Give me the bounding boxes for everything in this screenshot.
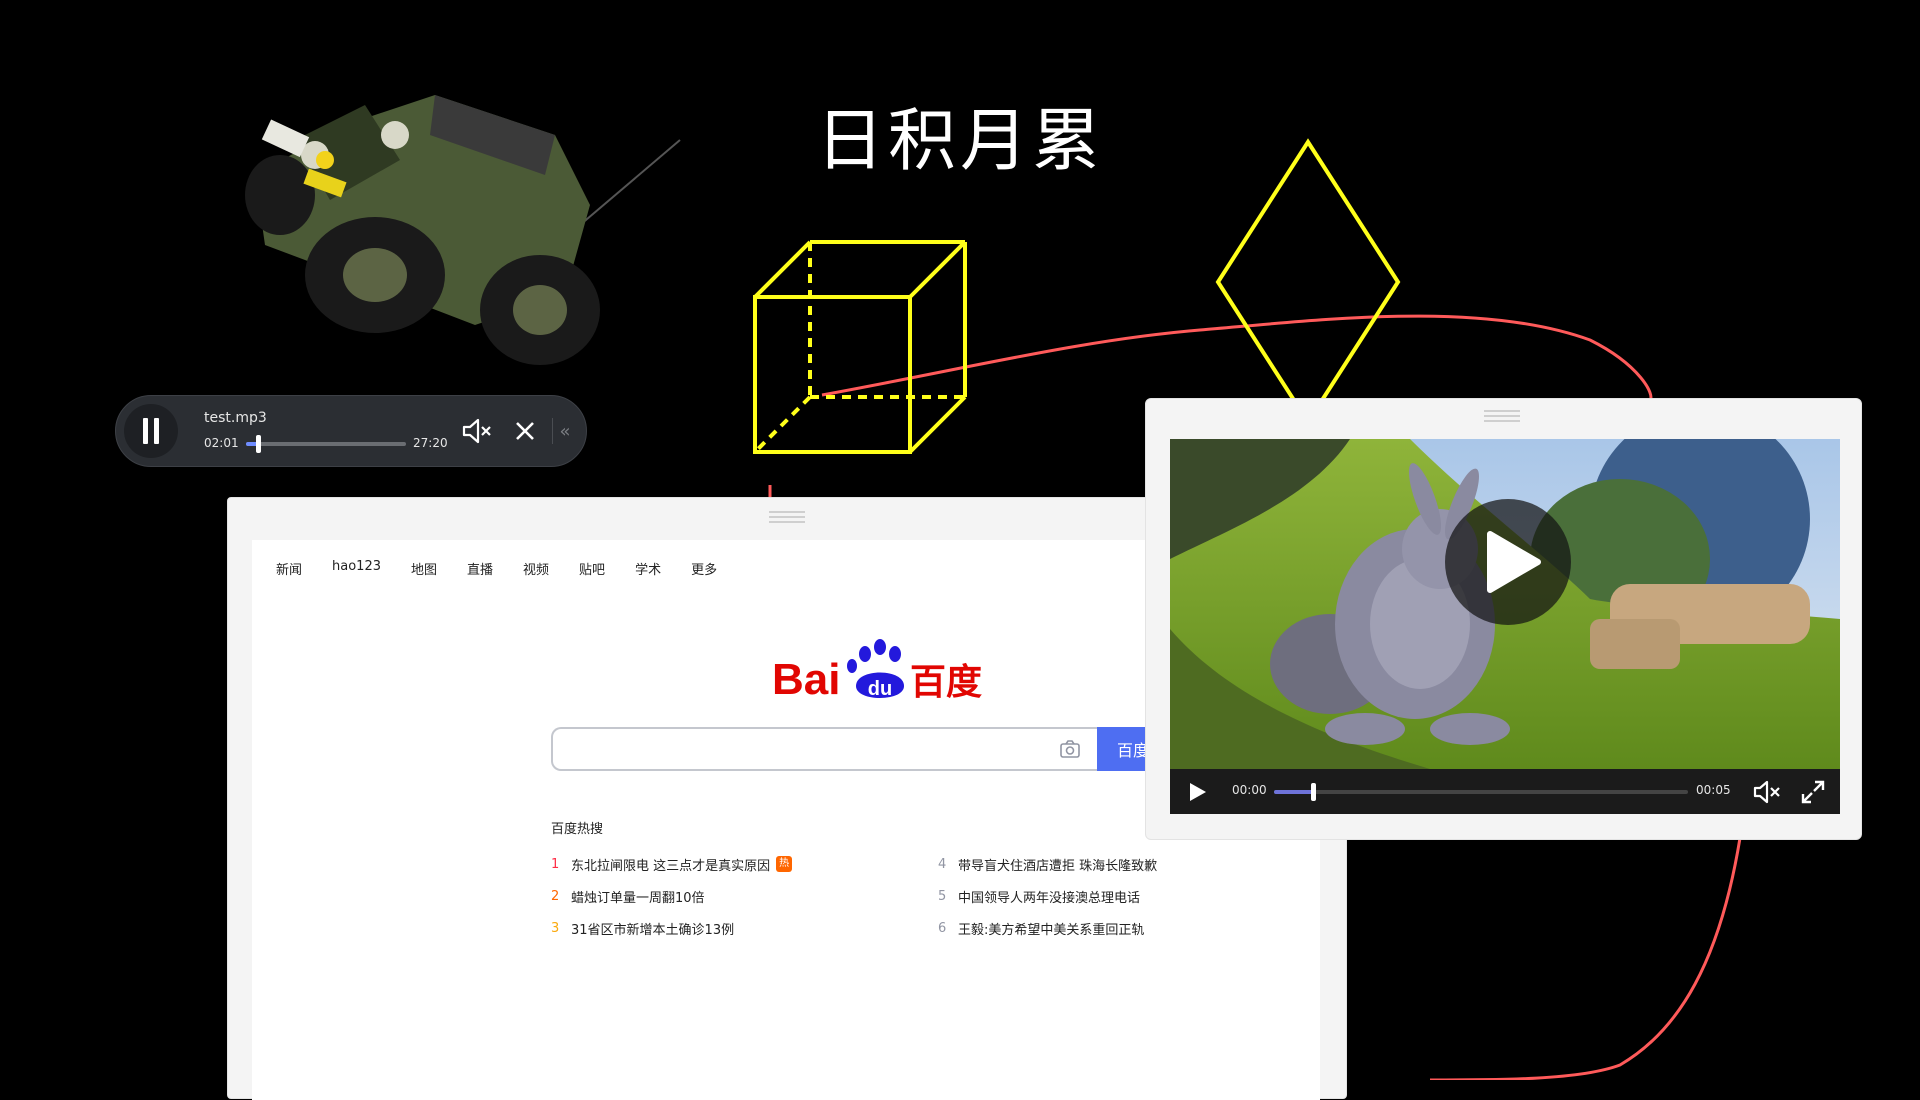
baidu-logo: Bai du 百度 [772,639,982,704]
jeep-image [245,95,681,365]
audio-current-time: 02:01 [204,436,239,450]
hot-item[interactable]: 1 东北拉闸限电 这三点才是真实原因 热 [551,848,941,880]
hot-rank: 2 [551,888,560,904]
logo-du: du [868,678,892,700]
search-box [551,727,1097,771]
video-progress-fill [1274,790,1313,794]
hot-list-right: 4 带导盲犬住酒店遭拒 珠海长隆致歉 5 中国领导人两年没接澳总理电话 6 王毅… [938,848,1328,944]
hot-text: 王毅:美方希望中美关系重回正轨 [958,922,1145,938]
big-play-button[interactable] [1445,499,1571,625]
video-controls: 00:00 00:05 [1170,769,1840,814]
play-icon[interactable] [1186,781,1208,803]
drag-handle[interactable] [1484,407,1520,425]
hot-rank: 1 [551,856,560,872]
logo-cn: 百度 [910,662,982,703]
audio-filename: test.mp3 [204,410,267,426]
hot-item[interactable]: 4 带导盲犬住酒店遭拒 珠海长隆致歉 [938,848,1328,880]
hot-text: 31省区市新增本土确诊13例 [571,922,735,938]
hot-item[interactable]: 5 中国领导人两年没接澳总理电话 [938,880,1328,912]
hot-rank: 6 [938,920,947,936]
page-title: 日积月累 [815,102,1104,181]
nav-item-live[interactable]: 直播 [467,559,493,578]
volume-mute-icon[interactable] [461,416,493,446]
hot-item[interactable]: 2 蜡烛订单量一周翻10倍 [551,880,941,912]
nav-item-video[interactable]: 视频 [523,559,549,578]
hot-text: 东北拉闸限电 这三点才是真实原因 [571,858,771,874]
baidu-nav: 新闻 hao123 地图 直播 视频 贴吧 学术 更多 [276,559,747,578]
hot-text: 蜡烛订单量一周翻10倍 [571,890,705,906]
hot-item[interactable]: 6 王毅:美方希望中美关系重回正轨 [938,912,1328,944]
video-progress-thumb[interactable] [1310,783,1316,801]
audio-duration: 27:20 [413,436,448,450]
nav-item-tieba[interactable]: 贴吧 [579,559,605,578]
collapse-icon[interactable]: « [552,418,577,444]
hot-tag-badge: 热 [776,856,793,872]
nav-item-news[interactable]: 新闻 [276,559,302,578]
nav-item-more[interactable]: 更多 [691,559,717,578]
hot-search-title: 百度热搜 [551,822,604,837]
hot-item[interactable]: 3 31省区市新增本土确诊13例 [551,912,941,944]
video-player-window: 00:00 00:05 [1145,398,1862,840]
drag-handle[interactable] [769,508,805,526]
search-input[interactable] [565,729,1039,771]
wireframe-cube [753,240,967,454]
hot-text: 中国领导人两年没接澳总理电话 [958,890,1141,906]
camera-icon[interactable] [1059,739,1081,759]
hot-rank: 5 [938,888,947,904]
video-duration: 00:05 [1696,783,1731,797]
hot-list-left: 1 东北拉闸限电 这三点才是真实原因 热 2 蜡烛订单量一周翻10倍 3 31省… [551,848,941,944]
pause-button[interactable] [124,404,178,458]
hot-rank: 3 [551,920,560,936]
fullscreen-icon[interactable] [1800,779,1826,805]
audio-progress-bar[interactable] [246,435,406,453]
volume-mute-icon[interactable] [1752,778,1782,806]
hot-rank: 4 [938,856,947,872]
nav-item-academic[interactable]: 学术 [635,559,661,578]
close-icon[interactable] [512,418,538,444]
audio-player: test.mp3 02:01 27:20 « [115,395,587,467]
big-play-icon [1487,531,1541,593]
video-progress-bar[interactable] [1274,783,1688,801]
hot-text: 带导盲犬住酒店遭拒 珠海长隆致歉 [958,858,1158,874]
video-current-time: 00:00 [1232,783,1267,797]
logo-latin: Bai [772,655,840,704]
nav-item-hao123[interactable]: hao123 [332,559,381,578]
nav-item-map[interactable]: 地图 [411,559,437,578]
audio-progress-thumb[interactable] [255,435,261,453]
diamond-shape [1215,138,1401,426]
pause-icon [143,418,148,444]
